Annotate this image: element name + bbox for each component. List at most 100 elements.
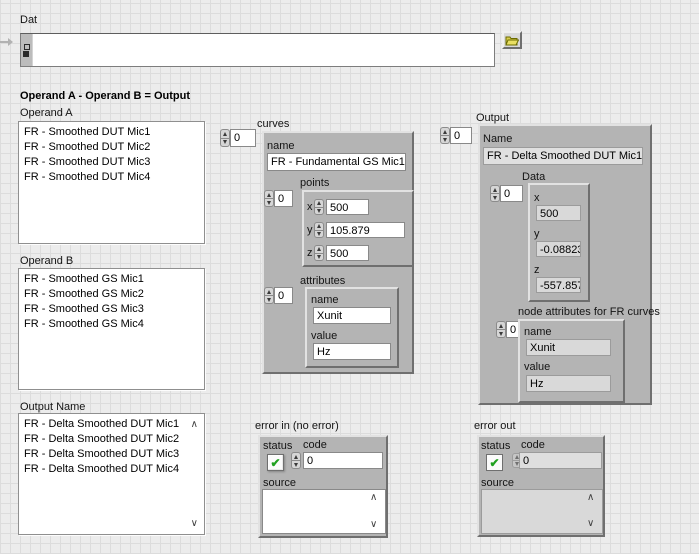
output-index-spinner[interactable] [440,127,450,144]
scroll-up-icon[interactable]: ∧ [370,493,377,503]
data-z-field: -557.857 [536,277,581,293]
check-icon: ✔ [270,456,280,470]
output-name-label: Output Name [20,401,85,413]
error-in-source-field[interactable] [262,489,386,534]
data-y-field: -0.08823 [536,241,581,257]
scroll-down-icon[interactable]: ∨ [587,519,594,529]
error-in-status-checkbox[interactable]: ✔ [267,454,284,471]
operand-a-listbox[interactable]: FR - Smoothed DUT Mic1 FR - Smoothed DUT… [18,121,205,244]
spinner-down-icon[interactable] [496,329,506,338]
point-z-spinner[interactable] [314,245,324,261]
error-out-code-label: code [521,439,545,451]
data-label: Data [522,171,545,183]
clipped-wire-decoration [0,41,8,43]
spinner-down-icon[interactable] [440,135,450,144]
error-in-code-label: code [303,439,327,451]
browse-button[interactable] [502,31,522,49]
attr-value-label: value [311,330,337,342]
spinner-down-icon[interactable] [220,138,230,148]
data-x-field: 500 [536,205,581,221]
path-control-label: Dat [20,14,37,26]
node-attributes-label: node attributes for FR curves [518,306,660,318]
spinner-down-icon[interactable] [314,253,324,262]
labview-front-panel: Dat Operand A - Operand B = Output Opera… [0,0,699,554]
listbox-item[interactable]: FR - Smoothed DUT Mic4 [19,170,204,185]
points-label: points [300,177,329,189]
point-y-field[interactable]: 105.879 [326,222,405,238]
data-index-spinner[interactable] [490,185,500,202]
attr-name-field[interactable]: Xunit [313,307,391,324]
data-file-path-input[interactable] [20,33,495,67]
scroll-up-icon[interactable]: ∧ [191,420,198,430]
error-in-code-field[interactable]: 0 [303,452,383,469]
curves-index-spinner[interactable] [220,129,230,147]
error-in-label: error in (no error) [255,420,339,432]
spinner-down-icon[interactable] [490,193,500,202]
data-y-label: y [534,228,540,240]
path-type-strip [21,34,33,66]
node-attrs-index-spinner[interactable] [496,321,506,338]
curve-name-field[interactable]: FR - Fundamental GS Mic1 [267,153,406,171]
attr-name-label: name [311,294,339,306]
section-header: Operand A - Operand B = Output [20,90,190,102]
spinner-down-icon[interactable] [314,207,324,216]
listbox-item[interactable]: FR - Delta Smoothed DUT Mic2 [19,432,204,447]
point-z-field[interactable]: 500 [326,245,369,261]
operand-b-listbox[interactable]: FR - Smoothed GS Mic1 FR - Smoothed GS M… [18,268,205,390]
output-name-field-label: Name [483,133,512,145]
node-attr-value-label: value [524,361,550,373]
attr-value-field[interactable]: Hz [313,343,391,360]
error-out-source-field [481,489,603,534]
node-attr-name-label: name [524,326,552,338]
node-attr-name-field: Xunit [526,339,611,356]
error-out-label: error out [474,420,516,432]
output-name-listbox[interactable]: FR - Delta Smoothed DUT Mic1 FR - Delta … [18,413,205,535]
error-out-status-label: status [481,440,510,452]
points-index-value[interactable]: 0 [274,190,293,207]
scroll-down-icon[interactable]: ∨ [370,520,377,530]
point-x-label: x [307,201,313,213]
point-x-spinner[interactable] [314,199,324,215]
operand-a-label: Operand A [20,107,73,119]
output-label: Output [476,112,509,124]
point-x-field[interactable]: 500 [326,199,369,215]
error-out-code-field: 0 [519,452,602,469]
curves-index-value[interactable]: 0 [230,129,256,147]
scroll-down-icon[interactable]: ∨ [191,519,198,529]
listbox-item[interactable]: FR - Delta Smoothed DUT Mic1 [19,417,204,432]
point-y-spinner[interactable] [314,222,324,238]
listbox-item[interactable]: FR - Smoothed GS Mic2 [19,287,204,302]
curve-name-label: name [267,140,295,152]
listbox-item[interactable]: FR - Smoothed GS Mic4 [19,317,204,332]
point-z-label: z [307,247,313,259]
spinner-down-icon[interactable] [314,230,324,239]
attributes-index-spinner[interactable] [264,287,274,304]
output-index-value[interactable]: 0 [450,127,472,144]
attributes-index-value[interactable]: 0 [274,287,293,304]
error-out-source-label: source [481,477,514,489]
node-attr-value-field: Hz [526,375,611,392]
spinner-down-icon[interactable] [264,295,274,304]
listbox-item[interactable]: FR - Smoothed GS Mic1 [19,272,204,287]
curves-label: curves [257,118,289,130]
error-in-source-label: source [263,477,296,489]
folder-open-icon [505,35,519,46]
output-curve-name-field: FR - Delta Smoothed DUT Mic1 [483,147,643,165]
data-x-label: x [534,192,540,204]
data-index-value[interactable]: 0 [500,185,523,202]
listbox-item[interactable]: FR - Delta Smoothed DUT Mic4 [19,462,204,477]
listbox-item[interactable]: FR - Smoothed DUT Mic3 [19,155,204,170]
check-icon: ✔ [489,456,499,470]
scroll-up-icon[interactable]: ∧ [587,493,594,503]
error-in-code-spinner[interactable] [291,452,301,469]
points-index-spinner[interactable] [264,190,274,207]
listbox-item[interactable]: FR - Smoothed DUT Mic2 [19,140,204,155]
data-z-label: z [534,264,540,276]
spinner-down-icon[interactable] [291,460,301,469]
listbox-item[interactable]: FR - Delta Smoothed DUT Mic3 [19,447,204,462]
listbox-item[interactable]: FR - Smoothed DUT Mic1 [19,125,204,140]
spinner-down-icon[interactable] [264,198,274,207]
path-symbol-icon [23,44,30,57]
attributes-label: attributes [300,275,345,287]
listbox-item[interactable]: FR - Smoothed GS Mic3 [19,302,204,317]
